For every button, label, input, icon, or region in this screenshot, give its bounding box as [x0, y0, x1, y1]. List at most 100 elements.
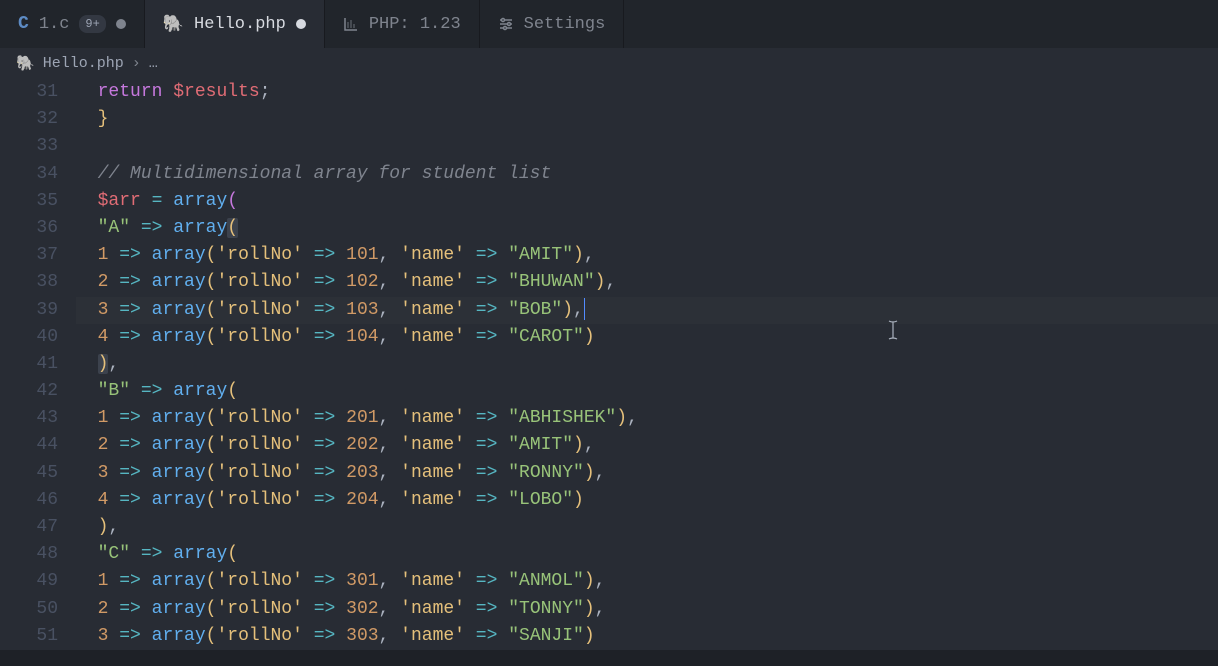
tab-php-monitor[interactable]: PHP: 1.23	[325, 0, 480, 48]
token-p	[497, 327, 508, 347]
token-op: =>	[119, 571, 141, 591]
code-line[interactable]: // Multidimensional array for student li…	[76, 161, 1218, 188]
token-p	[497, 626, 508, 646]
token-brace: )	[584, 327, 595, 347]
token-brace: )	[595, 272, 606, 292]
token-strq: 'rollNo'	[216, 599, 302, 619]
code-editor[interactable]: 3132333435363738394041424344454647484950…	[0, 79, 1218, 650]
code-line[interactable]: 1 => array('rollNo' => 101, 'name' => "A…	[76, 242, 1218, 269]
code-line[interactable]: }	[76, 106, 1218, 133]
token-op: =>	[119, 599, 141, 619]
token-op: =>	[141, 381, 163, 401]
code-line[interactable]: 2 => array('rollNo' => 302, 'name' => "T…	[76, 596, 1218, 623]
token-punc: ,	[108, 354, 119, 374]
token-p	[76, 218, 98, 238]
token-op: =>	[119, 272, 141, 292]
code-line[interactable]: "A" => array(	[76, 215, 1218, 242]
token-op: =>	[119, 435, 141, 455]
token-op: =>	[119, 327, 141, 347]
token-p	[389, 490, 400, 510]
token-p	[76, 82, 98, 102]
editing-caret	[584, 298, 585, 320]
token-brace: )	[98, 517, 109, 537]
token-num: 2	[98, 599, 109, 619]
token-kw: return	[98, 82, 163, 102]
token-p	[108, 626, 119, 646]
token-p	[497, 599, 508, 619]
token-punc: ,	[595, 463, 606, 483]
token-num: 101	[346, 245, 378, 265]
token-brace: (	[206, 599, 217, 619]
token-strq: 'rollNo'	[216, 408, 302, 428]
token-punc: ;	[260, 82, 271, 102]
code-line[interactable]	[76, 133, 1218, 160]
code-content[interactable]: return $results; } // Multidimensional a…	[76, 79, 1218, 650]
token-p	[389, 327, 400, 347]
token-p	[389, 300, 400, 320]
line-number: 35	[0, 188, 58, 215]
token-punc: ,	[595, 571, 606, 591]
token-brace: (	[206, 327, 217, 347]
token-punc: ,	[379, 300, 390, 320]
token-op: =>	[476, 626, 498, 646]
token-p	[108, 300, 119, 320]
line-number: 46	[0, 487, 58, 514]
token-p	[108, 463, 119, 483]
token-punc: ,	[379, 272, 390, 292]
code-line[interactable]: 1 => array('rollNo' => 301, 'name' => "A…	[76, 568, 1218, 595]
token-p	[76, 408, 98, 428]
token-p	[76, 381, 98, 401]
code-line[interactable]: 2 => array('rollNo' => 202, 'name' => "A…	[76, 432, 1218, 459]
token-p	[141, 463, 152, 483]
breadcrumb-tail: …	[149, 55, 158, 72]
breadcrumb[interactable]: 🐘 Hello.php › …	[0, 48, 1218, 79]
code-line[interactable]: 4 => array('rollNo' => 204, 'name' => "L…	[76, 487, 1218, 514]
token-p	[141, 272, 152, 292]
token-p	[108, 490, 119, 510]
code-line[interactable]: 3 => array('rollNo' => 103, 'name' => "B…	[76, 297, 1218, 324]
tab-hello-php[interactable]: 🐘 Hello.php	[145, 0, 325, 48]
token-op: =>	[314, 245, 336, 265]
token-brace: (	[206, 463, 217, 483]
token-brace: )	[584, 463, 595, 483]
token-p	[303, 599, 314, 619]
token-var: $arr	[98, 191, 141, 211]
code-line[interactable]: $arr = array(	[76, 188, 1218, 215]
token-brace: )	[616, 408, 627, 428]
code-line[interactable]: 1 => array('rollNo' => 201, 'name' => "A…	[76, 405, 1218, 432]
token-p	[465, 272, 476, 292]
token-p	[303, 327, 314, 347]
token-strq: 'rollNo'	[216, 571, 302, 591]
token-op: =>	[119, 626, 141, 646]
token-strq: 'name'	[400, 626, 465, 646]
code-line[interactable]: 3 => array('rollNo' => 303, 'name' => "S…	[76, 623, 1218, 650]
code-line[interactable]: 2 => array('rollNo' => 102, 'name' => "B…	[76, 269, 1218, 296]
token-op: =>	[119, 463, 141, 483]
tab-settings[interactable]: Settings	[480, 0, 625, 48]
token-brace: )	[573, 490, 584, 510]
token-p	[76, 435, 98, 455]
token-op: =	[152, 191, 163, 211]
token-func: array	[152, 327, 206, 347]
token-op: =>	[141, 218, 163, 238]
code-line[interactable]: "B" => array(	[76, 378, 1218, 405]
code-line[interactable]: return $results;	[76, 79, 1218, 106]
code-line[interactable]: 4 => array('rollNo' => 104, 'name' => "C…	[76, 324, 1218, 351]
token-func: array	[152, 571, 206, 591]
token-func: array	[173, 191, 227, 211]
code-line[interactable]: "C" => array(	[76, 541, 1218, 568]
code-line[interactable]: ),	[76, 514, 1218, 541]
line-number: 51	[0, 623, 58, 650]
token-p	[497, 435, 508, 455]
c-file-icon: C	[18, 14, 29, 34]
token-str: "TONNY"	[508, 599, 584, 619]
token-p	[335, 571, 346, 591]
token-strq: 'name'	[400, 245, 465, 265]
code-line[interactable]: ),	[76, 351, 1218, 378]
code-line[interactable]: 3 => array('rollNo' => 203, 'name' => "R…	[76, 460, 1218, 487]
token-p	[303, 408, 314, 428]
tab-1c[interactable]: C 1.c 9+	[0, 0, 145, 48]
token-brace: (	[206, 408, 217, 428]
token-brace: (	[206, 626, 217, 646]
token-p	[130, 544, 141, 564]
